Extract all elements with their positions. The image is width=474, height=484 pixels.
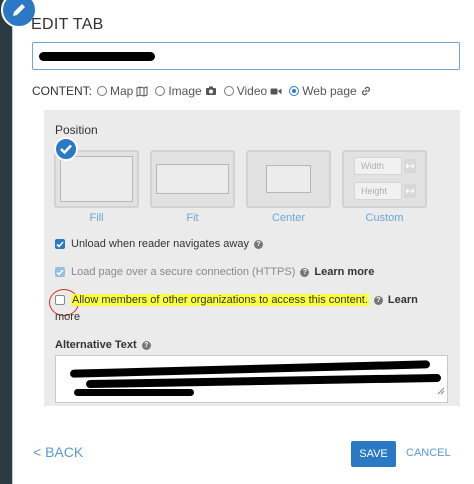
learn-more-link-continued[interactable]: more bbox=[55, 311, 80, 323]
secure-connection-label: Load page over a secure connection (HTTP… bbox=[71, 266, 296, 278]
alt-text-label: Alternative Text ? bbox=[55, 338, 151, 352]
content-option-image[interactable]: Image bbox=[155, 84, 216, 98]
expand-width-icon[interactable] bbox=[404, 159, 416, 173]
content-option-map[interactable]: Map bbox=[97, 84, 148, 98]
alt-text-label-text: Alternative Text bbox=[55, 339, 137, 351]
learn-more-link[interactable]: Learn bbox=[388, 294, 418, 306]
position-center-label[interactable]: Center bbox=[246, 212, 331, 224]
fit-preview bbox=[156, 164, 229, 194]
redaction-mark bbox=[39, 52, 155, 61]
secure-connection-option[interactable]: Load page over a secure connection (HTTP… bbox=[55, 264, 374, 280]
position-custom-label[interactable]: Custom bbox=[342, 212, 427, 224]
content-option-web-page[interactable]: Web page bbox=[289, 84, 372, 98]
position-fit-tile[interactable] bbox=[150, 150, 235, 208]
position-custom-tile[interactable]: Width Height bbox=[342, 150, 427, 208]
dialog-title: EDIT TAB bbox=[31, 16, 104, 33]
camera-icon bbox=[205, 86, 217, 96]
content-option-video[interactable]: Video bbox=[223, 84, 282, 98]
cancel-button[interactable]: CANCEL bbox=[406, 447, 451, 459]
position-center-tile[interactable] bbox=[246, 150, 331, 208]
help-icon[interactable]: ? bbox=[141, 340, 151, 350]
help-icon[interactable]: ? bbox=[253, 239, 263, 249]
help-icon[interactable]: ? bbox=[300, 267, 310, 277]
radio-button-selected[interactable] bbox=[289, 86, 300, 96]
center-preview bbox=[266, 165, 311, 193]
custom-width-field[interactable]: Width bbox=[354, 157, 402, 175]
radio-button[interactable] bbox=[155, 86, 166, 96]
content-option-label: Web page bbox=[302, 84, 357, 98]
link-icon bbox=[360, 85, 372, 97]
learn-more-link[interactable]: Learn more bbox=[314, 266, 374, 278]
unload-option[interactable]: Unload when reader navigates away ? bbox=[55, 236, 263, 252]
content-label: CONTENT: bbox=[32, 84, 92, 98]
background-app bbox=[0, 0, 12, 484]
secure-connection-checkbox[interactable] bbox=[55, 267, 65, 277]
save-button[interactable]: SAVE bbox=[351, 441, 396, 467]
checkmark-icon bbox=[54, 137, 78, 161]
alt-text-textarea[interactable] bbox=[55, 355, 448, 403]
content-type-selector: CONTENT: Map Image Video Web page bbox=[32, 82, 379, 100]
fill-preview bbox=[60, 156, 133, 202]
edit-tab-dialog: EDIT TAB CONTENT: Map Image Video Web pa… bbox=[1, 0, 474, 484]
content-option-label: Video bbox=[236, 84, 268, 98]
redaction-mark bbox=[74, 389, 194, 396]
expand-height-icon[interactable] bbox=[404, 184, 416, 198]
video-camera-icon bbox=[270, 87, 282, 96]
map-icon bbox=[136, 85, 148, 97]
allow-organizations-option[interactable]: Allow members of other organizations to … bbox=[55, 292, 418, 308]
radio-button[interactable] bbox=[97, 86, 107, 96]
help-icon[interactable]: ? bbox=[373, 295, 383, 305]
tab-name-input[interactable] bbox=[32, 42, 460, 70]
resize-grip-icon[interactable] bbox=[437, 382, 445, 400]
position-fit-label[interactable]: Fit bbox=[150, 212, 235, 224]
radio-button[interactable] bbox=[223, 86, 234, 96]
content-option-label: Image bbox=[168, 84, 202, 98]
custom-height-field[interactable]: Height bbox=[354, 182, 402, 200]
position-fill-label[interactable]: Fill bbox=[54, 212, 139, 224]
unload-label: Unload when reader navigates away bbox=[71, 238, 249, 250]
web-page-settings-panel: Position Fill Fit Center Width Height Cu… bbox=[44, 110, 460, 406]
content-option-label: Map bbox=[110, 84, 134, 98]
allow-organizations-checkbox[interactable] bbox=[55, 295, 65, 305]
back-button[interactable]: < BACK bbox=[33, 444, 83, 460]
unload-checkbox[interactable] bbox=[55, 239, 65, 249]
position-label: Position bbox=[55, 123, 98, 137]
allow-organizations-label: Allow members of other organizations to … bbox=[71, 294, 369, 306]
redaction-mark bbox=[85, 373, 442, 389]
